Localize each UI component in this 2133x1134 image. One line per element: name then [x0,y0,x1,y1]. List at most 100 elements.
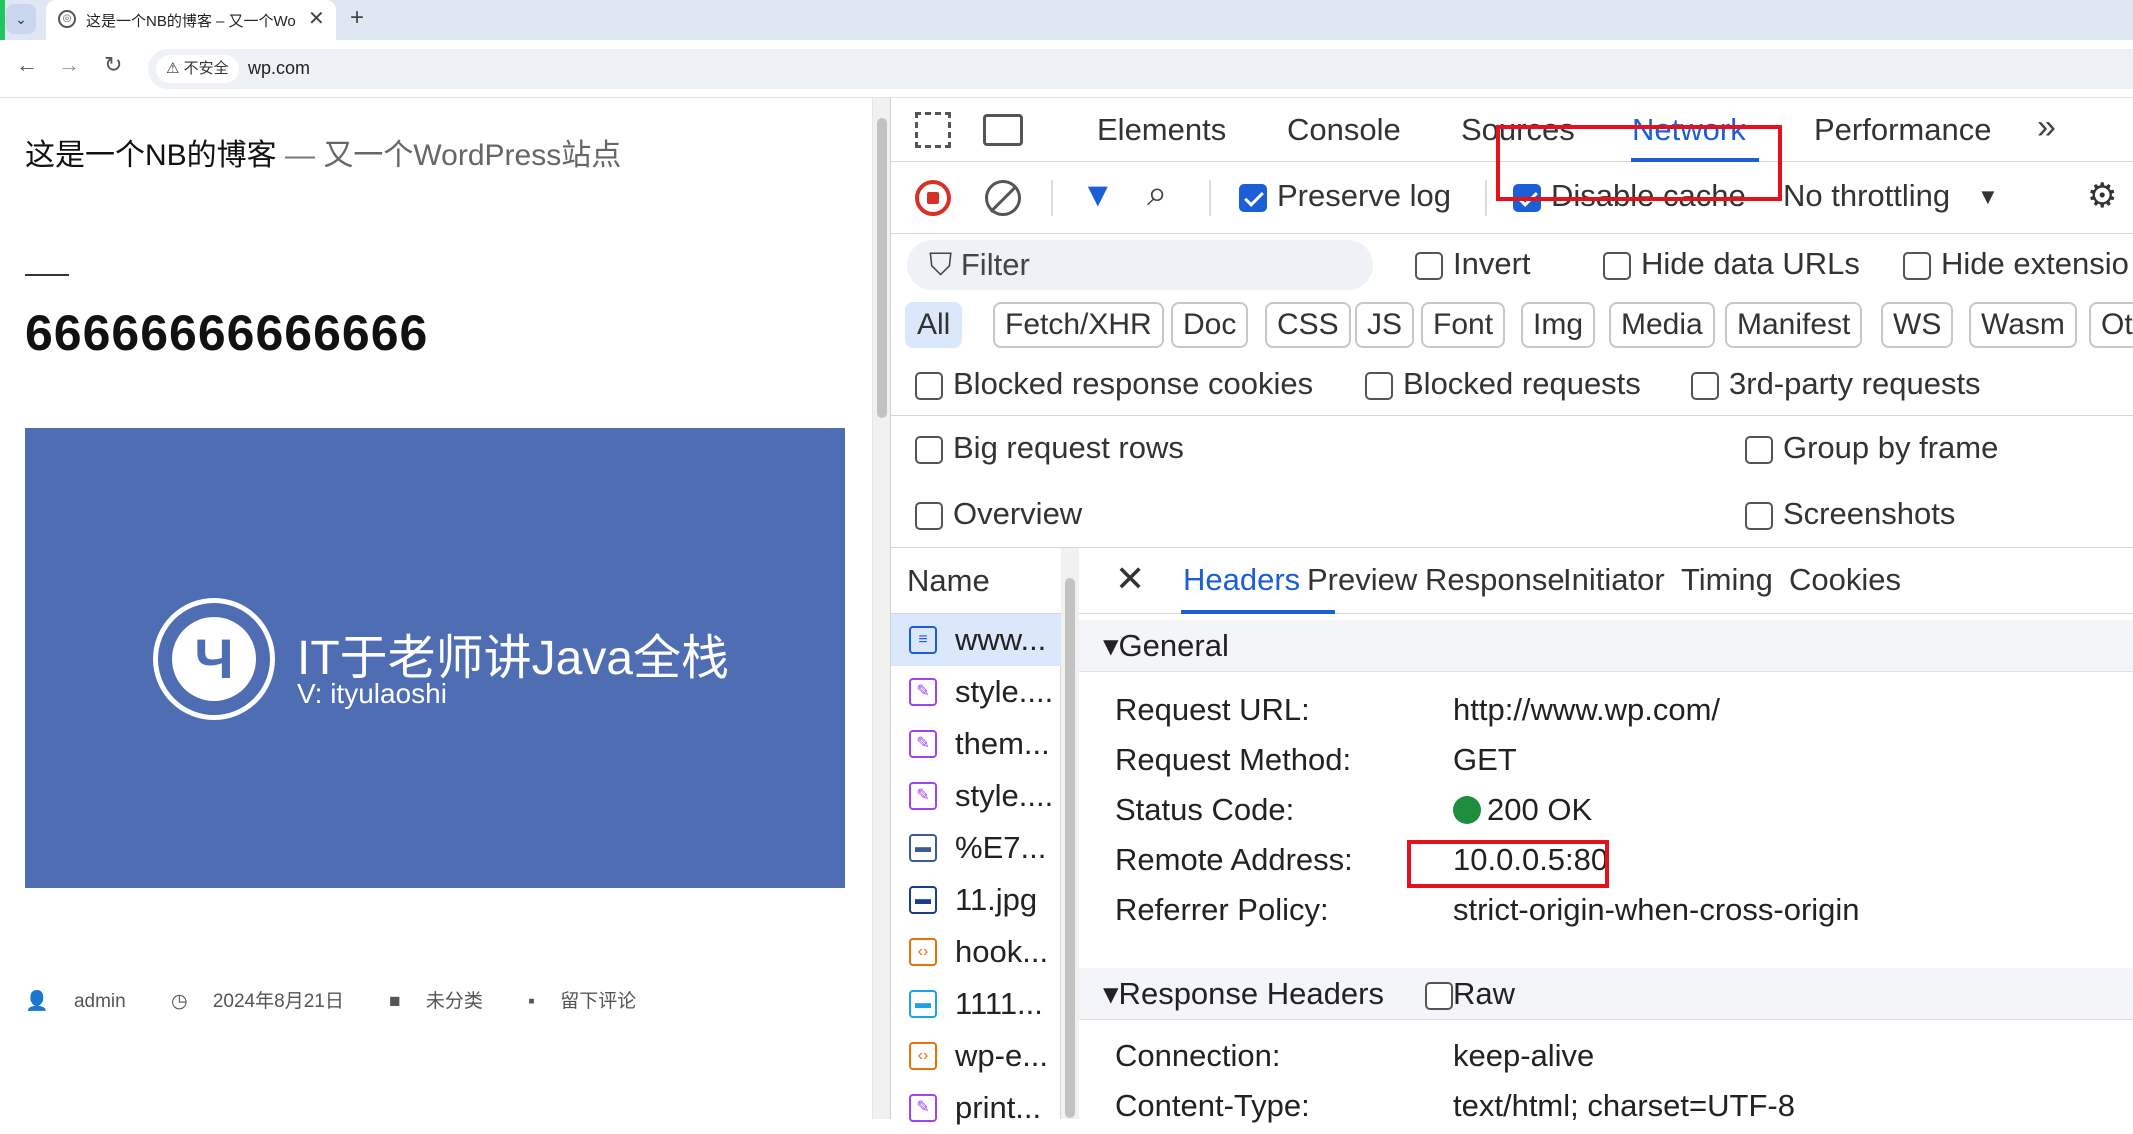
tab-elements[interactable]: Elements [1097,112,1226,148]
checkbox[interactable] [915,435,943,464]
blocked-requests-checkbox[interactable]: Blocked requests [1365,366,1641,402]
comment-meta[interactable]: ▪ 留下评论 [528,991,656,1012]
third-party-checkbox[interactable]: 3rd-party requests [1691,366,1981,402]
network-conditions-icon[interactable]: ⚙ [2087,176,2117,216]
group-by-frame-checkbox[interactable]: Group by frame [1745,430,1998,466]
hide-data-urls-checkbox[interactable]: Hide data URLs [1603,246,1860,282]
type-filter-css[interactable]: CSS [1265,302,1351,348]
filter-input[interactable]: ⛉ Filter [907,240,1373,290]
active-tab[interactable]: ◎ 这是一个NB的博客 – 又一个WordPress站点 ✕ [46,0,336,40]
checkbox[interactable] [1903,251,1931,280]
screenshots-checkbox[interactable]: Screenshots [1745,496,1955,532]
new-tab-button[interactable]: + [350,4,364,32]
hide-extensions-checkbox[interactable]: Hide extensio [1903,246,2129,282]
tab-timing[interactable]: Timing [1681,562,1773,598]
category-meta[interactable]: ■ 未分类 [389,991,503,1012]
raw-checkbox[interactable]: Raw [1425,976,1515,1012]
back-button[interactable]: ← [16,52,38,78]
author-meta[interactable]: 👤 admin [25,991,146,1012]
type-filter-wasm[interactable]: Wasm [1969,302,2077,348]
device-toolbar-icon[interactable] [983,114,1023,146]
tab-response[interactable]: Response [1425,562,1565,598]
name-column-header[interactable]: Name [891,548,1061,614]
request-row[interactable]: ✎ them... [891,718,1061,770]
author-name[interactable]: admin [74,991,126,1012]
checkbox-checked[interactable] [1239,183,1267,212]
checkbox[interactable] [1425,981,1453,1010]
tab-cookies[interactable]: Cookies [1789,562,1901,598]
type-filter-doc[interactable]: Doc [1171,302,1249,348]
type-filter-manifest[interactable]: Manifest [1725,302,1863,348]
comment-link[interactable]: 留下评论 [560,991,636,1012]
tab-search-menu-button[interactable]: ⌄ [6,4,36,34]
category-name[interactable]: 未分类 [426,991,483,1012]
request-row[interactable]: ✎ print... [891,1082,1061,1134]
checkbox[interactable] [1745,501,1773,530]
checkbox[interactable] [915,371,943,400]
request-row[interactable]: ✎ style.... [891,770,1061,822]
post-date[interactable]: 2024年8月21日 [213,991,344,1012]
checkbox[interactable] [1691,371,1719,400]
site-name[interactable]: 这是一个NB的博客 [25,139,277,172]
not-secure-chip[interactable]: ⚠ 不安全 [156,55,239,83]
reload-button[interactable]: ↻ [104,52,122,78]
search-icon[interactable]: ⌕ [1147,172,1167,215]
inspect-element-icon[interactable] [915,112,951,148]
page-scrollbar[interactable] [872,98,890,1119]
type-filter-img[interactable]: Img [1521,302,1596,348]
big-rows-checkbox[interactable]: Big request rows [915,430,1184,466]
throttling-select[interactable]: No throttling [1783,178,1950,214]
tab-headers[interactable]: Headers [1183,562,1300,598]
checkbox[interactable] [915,501,943,530]
checkbox[interactable] [1603,251,1631,280]
request-row[interactable]: ‹› wp-e... [891,1030,1061,1082]
overview-checkbox[interactable]: Overview [915,496,1082,532]
general-section-header[interactable]: ▾General [1079,620,2133,672]
request-list-scrollbar[interactable] [1061,548,1079,1119]
page-scroll-thumb[interactable] [877,118,887,418]
checkbox[interactable] [1745,435,1773,464]
request-row[interactable]: ≡ www... [891,614,1061,666]
type-filter-other[interactable]: Ot [2089,302,2133,348]
hero-logo-icon: Ч [172,617,256,701]
tab-initiator[interactable]: Initiator [1563,562,1665,598]
checkbox[interactable] [1415,251,1443,280]
chevron-down-icon[interactable]: ▼ [1977,184,1999,210]
clear-icon[interactable] [985,180,1021,216]
post-title[interactable]: 66666666666666 [25,304,428,362]
invert-checkbox[interactable]: Invert [1415,246,1531,282]
comment-icon: ▪ [528,991,535,1012]
address-bar[interactable]: ⚠ 不安全 wp.com [148,49,2133,89]
close-icon[interactable]: ✕ [1115,558,1145,600]
type-filter-font[interactable]: Font [1421,302,1506,348]
preserve-log-checkbox[interactable]: Preserve log [1239,178,1451,214]
filter-icon[interactable]: ▼ [1081,176,1115,215]
request-list-scroll-thumb[interactable] [1065,578,1075,1118]
request-row[interactable]: ▬ %E7... [891,822,1061,874]
date-meta[interactable]: ◷ 2024年8月21日 [171,991,364,1012]
request-name: wp-e... [955,1038,1049,1073]
type-filter-ws[interactable]: WS [1881,302,1954,348]
type-filter-media[interactable]: Media [1609,302,1715,348]
url-text[interactable]: wp.com [248,58,310,79]
type-filter-all[interactable]: All [905,302,963,348]
response-headers-section-header[interactable]: ▾Response Headers [1079,968,2133,1020]
type-filter-js[interactable]: JS [1355,302,1415,348]
type-filter-fetch-xhr[interactable]: Fetch/XHR [993,302,1164,348]
blocked-cookies-checkbox[interactable]: Blocked response cookies [915,366,1313,402]
request-row[interactable]: ▬ 11.jpg [891,874,1061,926]
request-row[interactable]: ▬ 1111... [891,978,1061,1030]
request-row[interactable]: ✎ style.... [891,666,1061,718]
tab-console[interactable]: Console [1287,112,1401,148]
more-tabs-icon[interactable]: » [2037,108,2056,147]
tab-close-button[interactable]: ✕ [308,6,325,31]
forward-button[interactable]: → [58,52,80,78]
checkbox[interactable] [1365,371,1393,400]
tab-performance[interactable]: Performance [1814,112,1991,148]
connection-key: Connection: [1115,1038,1281,1073]
tab-preview[interactable]: Preview [1307,562,1417,598]
stop-recording-icon[interactable] [915,180,951,216]
site-title[interactable]: 这是一个NB的博客 — 又一个WordPress站点 [25,130,621,174]
browser-toolbar: ← → ↻ ⚠ 不安全 wp.com [0,40,2133,98]
request-row[interactable]: ‹› hook... [891,926,1061,978]
